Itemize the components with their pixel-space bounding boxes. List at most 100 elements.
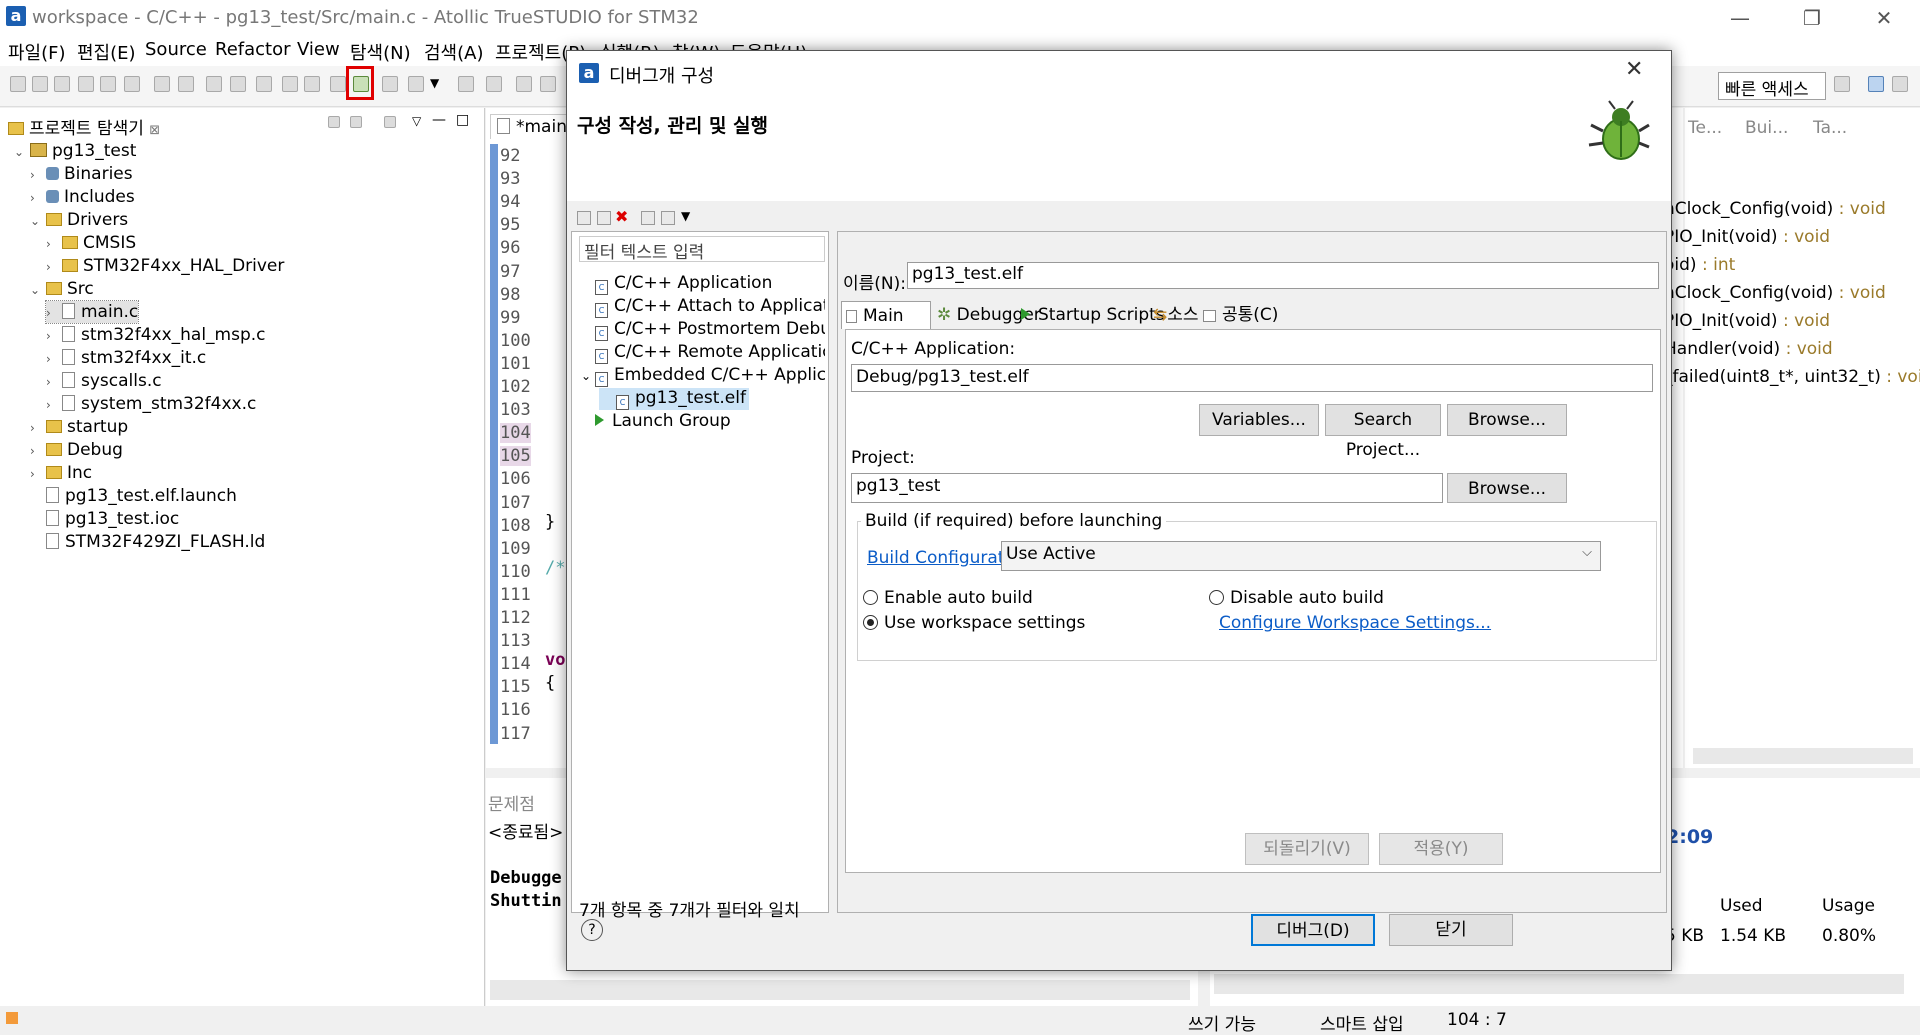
tree-item[interactable]: › syscalls.c	[46, 370, 162, 392]
config-item[interactable]: C C/C++ Remote Applicatic	[581, 342, 825, 364]
build-all-icon[interactable]	[230, 76, 246, 92]
tab-te[interactable]: Te...	[1688, 118, 1722, 138]
disable-auto-build-radio[interactable]: Disable auto build	[1209, 588, 1384, 608]
expanded-icon[interactable]: ⌄	[30, 210, 46, 232]
tree-item[interactable]: › stm32f4xx_hal_msp.c	[46, 324, 266, 346]
use-workspace-settings-radio[interactable]: Use workspace settings	[863, 613, 1085, 633]
expanded-icon[interactable]: ⌄	[14, 141, 30, 163]
collapse-all-config-icon[interactable]	[641, 211, 655, 225]
open-perspective-icon[interactable]	[1834, 76, 1850, 92]
new-header-icon[interactable]	[54, 76, 70, 92]
open-type-icon[interactable]	[100, 76, 116, 92]
tree-item[interactable]: STM32F429ZI_FLASH.ld	[30, 531, 265, 553]
collapsed-icon[interactable]: ›	[46, 348, 62, 370]
open-file-icon[interactable]	[124, 76, 140, 92]
problems-tab[interactable]: 문제점	[488, 790, 535, 815]
expanded-icon[interactable]: ⌄	[581, 369, 595, 383]
dialog-close-button[interactable]: ✕	[1625, 57, 1643, 82]
tab-tasks[interactable]: Ta...	[1813, 118, 1847, 138]
help-icon[interactable]: ?	[581, 919, 603, 941]
collapsed-icon[interactable]: ›	[30, 463, 46, 485]
tree-item[interactable]: pg13_test.elf.launch	[30, 485, 237, 507]
console-scrollbar[interactable]	[490, 980, 1190, 1000]
duplicate-config-icon[interactable]	[597, 211, 611, 225]
tab-main[interactable]: Main	[841, 301, 931, 329]
browse-app-button[interactable]: Browse...	[1447, 404, 1567, 436]
filter-config-icon[interactable]	[661, 211, 675, 225]
quick-access-input[interactable]: 빠른 액세스	[1718, 72, 1826, 100]
collapsed-icon[interactable]: ›	[30, 187, 46, 209]
save-all-icon[interactable]	[178, 76, 194, 92]
new-source-icon[interactable]	[32, 76, 48, 92]
collapsed-icon[interactable]: ›	[46, 256, 62, 278]
console-icon[interactable]	[458, 76, 474, 92]
minimize-view-icon[interactable]: —	[432, 112, 446, 128]
tree-item[interactable]: › CMSIS	[46, 232, 136, 254]
close-tab-icon[interactable]: ⊠	[149, 123, 160, 138]
collapsed-icon[interactable]: ›	[30, 417, 46, 439]
tree-item[interactable]: ⌄ pg13_test	[14, 140, 136, 162]
menu-navigate[interactable]: 탐색(N)	[350, 39, 411, 65]
configure-workspace-link[interactable]: Configure Workspace Settings...	[1219, 613, 1491, 633]
collapsed-icon[interactable]: ›	[30, 440, 46, 462]
task-icon[interactable]	[516, 76, 532, 92]
config-item[interactable]: C C/C++ Application	[581, 273, 772, 295]
tab-startup-scripts[interactable]: Startup Scripts	[1017, 301, 1169, 329]
new-config-icon[interactable]	[577, 211, 591, 225]
build-config-icon[interactable]	[304, 76, 320, 92]
save-icon[interactable]	[154, 76, 170, 92]
close-dialog-button[interactable]: 닫기	[1389, 914, 1513, 946]
tree-item[interactable]: › Inc	[30, 462, 92, 484]
cpp-perspective-icon[interactable]	[1868, 76, 1884, 92]
outline-item[interactable]: _failed(uint8_t*, uint32_t) : void	[1664, 367, 1920, 387]
collapsed-icon[interactable]: ›	[46, 371, 62, 393]
menu-search[interactable]: 검색(A)	[424, 39, 483, 65]
config-item[interactable]: Cpg13_test.elf	[599, 388, 749, 410]
project-input[interactable]: pg13_test	[851, 473, 1443, 503]
close-window-button[interactable]: ✕	[1864, 4, 1904, 32]
tree-item[interactable]: ⌄ Src	[30, 278, 94, 300]
maximize-view-icon[interactable]: □	[456, 112, 469, 128]
menu-view[interactable]: View	[297, 39, 340, 60]
outline-item[interactable]: Handler(void) : void	[1664, 339, 1833, 359]
tree-item[interactable]: ⌄ Drivers	[30, 209, 128, 231]
menu-file[interactable]: 파일(F)	[8, 39, 66, 65]
name-input[interactable]: pg13_test.elf	[907, 262, 1659, 289]
outline-item[interactable]: PIO_Init(void) : void	[1664, 227, 1830, 247]
new-class-icon[interactable]	[78, 76, 94, 92]
tree-item[interactable]: › Debug	[30, 439, 123, 461]
horizontal-scrollbar[interactable]	[1693, 748, 1913, 764]
config-item[interactable]: C C/C++ Postmortem Debu	[581, 319, 825, 341]
tree-item[interactable]: › startup	[30, 416, 128, 438]
build-configuration-select[interactable]: Use Active ⌵	[1001, 541, 1601, 571]
collapsed-icon[interactable]: ›	[30, 164, 46, 186]
tab-common[interactable]: 공통(C)	[1199, 301, 1282, 329]
revert-button[interactable]: 되돌리기(V)	[1245, 833, 1369, 865]
collapsed-icon[interactable]: ›	[46, 302, 62, 324]
target-icon[interactable]	[330, 76, 346, 92]
filter-input[interactable]: 필터 텍스트 입력	[579, 236, 825, 263]
collapsed-icon[interactable]: ›	[46, 325, 62, 347]
restore-button[interactable]: ❐	[1792, 4, 1832, 32]
search-project-button[interactable]: Search Project...	[1325, 404, 1441, 460]
outline-item[interactable]: PIO_Init(void) : void	[1664, 311, 1830, 331]
memory-scrollbar[interactable]	[1214, 974, 1904, 994]
new-icon[interactable]	[10, 76, 26, 92]
open-folder-icon[interactable]	[382, 76, 398, 92]
delete-config-icon[interactable]: ✖	[615, 207, 628, 226]
collapsed-icon[interactable]: ›	[46, 394, 62, 416]
app-path-input[interactable]: Debug/pg13_test.elf	[851, 364, 1653, 392]
outline-item[interactable]: nClock_Config(void) : void	[1664, 199, 1886, 219]
collapse-all-icon[interactable]	[328, 116, 340, 128]
menu-source[interactable]: Source	[145, 39, 207, 60]
run-tool-icon[interactable]	[408, 76, 424, 92]
link-editor-icon[interactable]	[350, 116, 362, 128]
enable-auto-build-radio[interactable]: Enable auto build	[863, 588, 1033, 608]
next-annotation-icon[interactable]	[540, 76, 556, 92]
config-item[interactable]: C C/C++ Attach to Applicat	[581, 296, 825, 318]
config-item[interactable]: ⌄ C Embedded C/C++ Applic	[581, 365, 825, 387]
browse-project-button[interactable]: Browse...	[1447, 473, 1567, 503]
minimize-button[interactable]: —	[1720, 4, 1760, 32]
expanded-icon[interactable]: ⌄	[30, 279, 46, 301]
debug-perspective-icon[interactable]	[1892, 76, 1908, 92]
